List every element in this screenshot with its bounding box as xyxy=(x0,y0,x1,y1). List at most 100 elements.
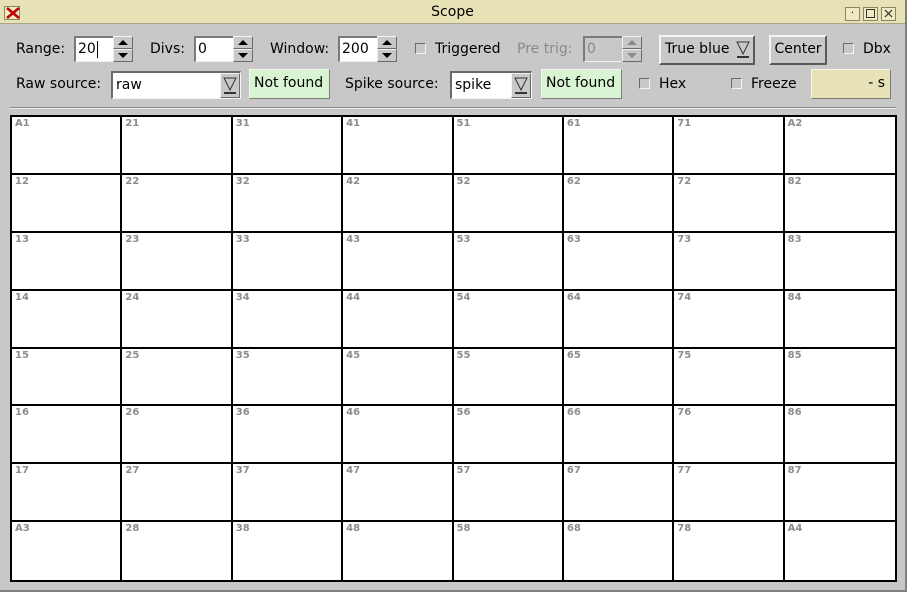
triggered-label[interactable]: Triggered xyxy=(435,41,500,57)
spike-source-value[interactable]: spike xyxy=(455,77,491,93)
color-scheme-menu[interactable]: True blue xyxy=(659,35,755,65)
channel-cell[interactable]: 28 xyxy=(122,522,233,580)
channel-cell[interactable]: 65 xyxy=(563,348,675,407)
window-down-arrow-icon[interactable] xyxy=(377,49,397,62)
raw-source-combo[interactable]: raw xyxy=(111,71,241,99)
channel-cell[interactable]: 37 xyxy=(232,464,344,523)
channel-cell[interactable]: A1 xyxy=(12,117,123,175)
channel-cell[interactable]: 36 xyxy=(232,406,344,465)
channel-cell[interactable]: 51 xyxy=(453,117,564,175)
channel-cell[interactable]: 64 xyxy=(563,290,675,349)
channel-cell[interactable]: 38 xyxy=(232,522,344,580)
range-down-arrow-icon[interactable] xyxy=(113,49,133,62)
channel-cell[interactable]: 47 xyxy=(343,464,454,523)
channel-cell[interactable]: 48 xyxy=(343,522,454,580)
channel-cell[interactable]: 77 xyxy=(674,464,785,523)
channel-cell[interactable]: 23 xyxy=(122,232,233,291)
channel-cell[interactable]: 61 xyxy=(563,117,675,175)
channel-cell[interactable]: 22 xyxy=(122,174,233,233)
channel-cell[interactable]: 54 xyxy=(453,290,564,349)
pretrig-up-arrow-icon[interactable] xyxy=(622,36,642,49)
channel-cell[interactable]: 21 xyxy=(122,117,233,175)
center-button[interactable]: Center xyxy=(769,35,827,65)
divs-value[interactable]: 0 xyxy=(198,41,207,57)
minimize-icon[interactable]: · xyxy=(845,7,860,21)
spike-source-combo[interactable]: spike xyxy=(450,71,532,99)
channel-cell[interactable]: 72 xyxy=(674,174,785,233)
channel-cell[interactable]: 57 xyxy=(453,464,564,523)
channel-cell[interactable]: 87 xyxy=(784,464,895,523)
channel-cell[interactable]: 14 xyxy=(12,290,123,349)
channel-cell[interactable]: 84 xyxy=(784,290,895,349)
channel-cell[interactable]: 63 xyxy=(563,232,675,291)
channel-cell[interactable]: 71 xyxy=(674,117,785,175)
freeze-label[interactable]: Freeze xyxy=(751,76,797,92)
channel-cell[interactable]: 76 xyxy=(674,406,785,465)
freeze-checkbox[interactable] xyxy=(731,78,742,89)
channel-cell[interactable]: 24 xyxy=(122,290,233,349)
window-up-arrow-icon[interactable] xyxy=(377,36,397,49)
channel-cell[interactable]: 46 xyxy=(343,406,454,465)
channel-cell[interactable]: 86 xyxy=(784,406,895,465)
channel-cell[interactable]: 12 xyxy=(12,174,123,233)
pretrig-spinbox[interactable]: 0 xyxy=(583,36,642,62)
hex-label[interactable]: Hex xyxy=(659,76,686,92)
raw-source-value[interactable]: raw xyxy=(116,77,142,93)
window-spinbox[interactable]: 200 xyxy=(338,36,397,62)
dbx-label[interactable]: Dbx xyxy=(863,41,891,57)
title-bar[interactable]: Scope · xyxy=(0,0,905,24)
channel-cell[interactable]: 42 xyxy=(343,174,454,233)
channel-cell[interactable]: 66 xyxy=(563,406,675,465)
channel-cell[interactable]: 33 xyxy=(232,232,344,291)
channel-cell[interactable]: 53 xyxy=(453,232,564,291)
dbx-checkbox[interactable] xyxy=(843,43,854,54)
channel-cell[interactable]: A2 xyxy=(784,117,895,175)
channel-cell[interactable]: 73 xyxy=(674,232,785,291)
channel-cell[interactable]: 41 xyxy=(343,117,454,175)
channel-cell[interactable]: 44 xyxy=(343,290,454,349)
range-value[interactable]: 20 xyxy=(78,41,96,57)
channel-cell[interactable]: 82 xyxy=(784,174,895,233)
raw-source-dropdown-icon[interactable] xyxy=(220,73,240,98)
channel-cell[interactable]: 56 xyxy=(453,406,564,465)
channel-cell[interactable]: 78 xyxy=(674,522,785,580)
channel-cell[interactable]: 68 xyxy=(563,522,675,580)
channel-cell[interactable]: 83 xyxy=(784,232,895,291)
channel-cell[interactable]: 62 xyxy=(563,174,675,233)
channel-cell[interactable]: 27 xyxy=(122,464,233,523)
divs-down-arrow-icon[interactable] xyxy=(233,49,253,62)
pretrig-value[interactable]: 0 xyxy=(587,41,596,57)
divs-spinbox[interactable]: 0 xyxy=(194,36,253,62)
channel-cell[interactable]: 26 xyxy=(122,406,233,465)
channel-cell[interactable]: 13 xyxy=(12,232,123,291)
range-up-arrow-icon[interactable] xyxy=(113,36,133,49)
spike-source-dropdown-icon[interactable] xyxy=(511,73,531,98)
range-spinbox[interactable]: 20 xyxy=(74,36,133,62)
divs-up-arrow-icon[interactable] xyxy=(233,36,253,49)
channel-cell[interactable]: 85 xyxy=(784,348,895,407)
channel-cell[interactable]: 75 xyxy=(674,348,785,407)
channel-cell[interactable]: 45 xyxy=(343,348,454,407)
channel-cell[interactable]: 32 xyxy=(232,174,344,233)
triggered-checkbox[interactable] xyxy=(415,43,426,54)
channel-cell[interactable]: 35 xyxy=(232,348,344,407)
channel-cell[interactable]: 15 xyxy=(12,348,123,407)
maximize-icon[interactable] xyxy=(863,7,878,21)
channel-cell[interactable]: 74 xyxy=(674,290,785,349)
close-window-icon[interactable] xyxy=(881,7,896,21)
channel-cell[interactable]: 55 xyxy=(453,348,564,407)
hex-checkbox[interactable] xyxy=(639,78,650,89)
channel-cell[interactable]: A3 xyxy=(12,522,123,580)
channel-cell[interactable]: 25 xyxy=(122,348,233,407)
channel-cell[interactable]: 58 xyxy=(453,522,564,580)
channel-cell[interactable]: A4 xyxy=(784,522,895,580)
window-value[interactable]: 200 xyxy=(342,41,369,57)
channel-cell[interactable]: 31 xyxy=(232,117,344,175)
channel-cell[interactable]: 16 xyxy=(12,406,123,465)
channel-cell[interactable]: 17 xyxy=(12,464,123,523)
pretrig-down-arrow-icon[interactable] xyxy=(622,49,642,62)
channel-cell[interactable]: 34 xyxy=(232,290,344,349)
channel-cell[interactable]: 43 xyxy=(343,232,454,291)
channel-cell[interactable]: 67 xyxy=(563,464,675,523)
channel-cell[interactable]: 52 xyxy=(453,174,564,233)
